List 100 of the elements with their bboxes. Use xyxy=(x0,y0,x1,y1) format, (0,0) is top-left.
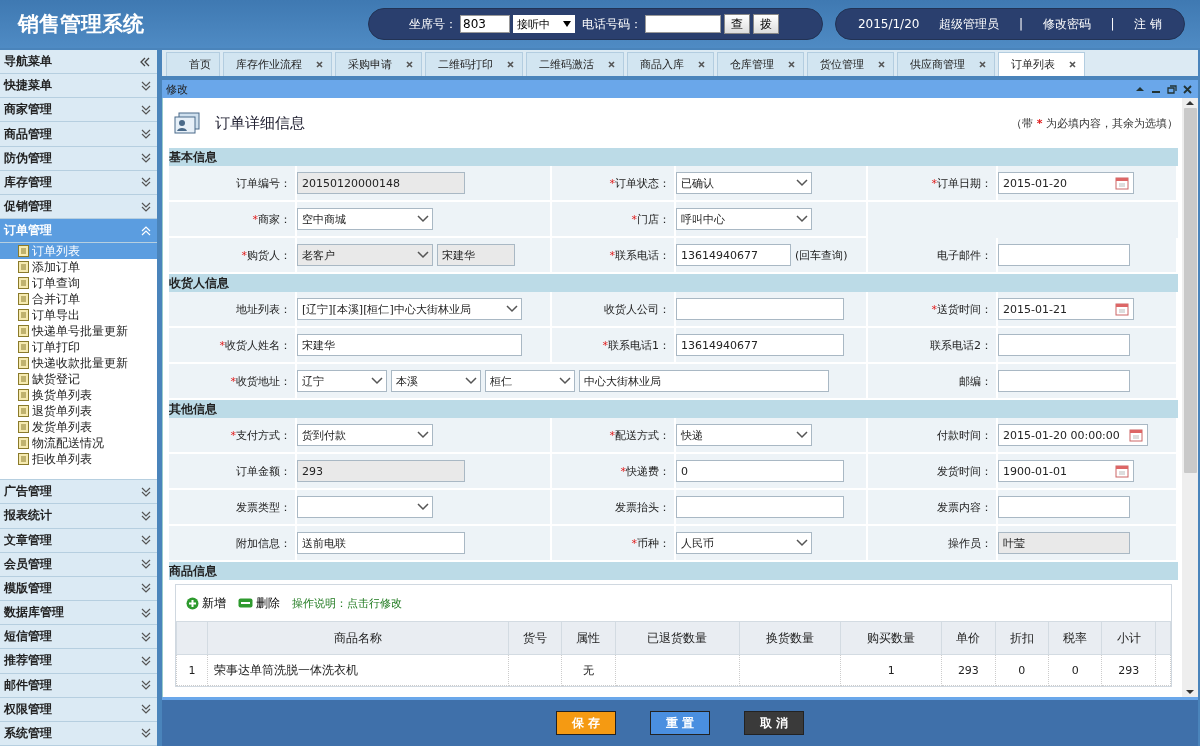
select-field[interactable]: 空中商城 xyxy=(297,208,433,230)
input-field[interactable]: 20150120000148 xyxy=(297,172,465,194)
tab[interactable]: 首页 xyxy=(166,52,220,76)
select-field[interactable]: 呼叫中心 xyxy=(676,208,812,230)
input-field[interactable]: 13614940677 xyxy=(676,244,791,266)
menu-item[interactable]: 订单查询 xyxy=(0,275,157,292)
menu-item[interactable]: 退货单列表 xyxy=(0,403,157,420)
menu-section[interactable]: 防伪管理 xyxy=(0,146,157,171)
date-field[interactable]: 2015-01-21 xyxy=(998,298,1134,320)
menu-section[interactable]: 会员管理 xyxy=(0,552,157,577)
logout-link[interactable]: 注 销 xyxy=(1134,15,1163,33)
select-field[interactable]: [辽宁][本溪][桓仁]中心大街林业局 xyxy=(297,298,522,320)
change-password-link[interactable]: 修改密码 xyxy=(1042,15,1091,33)
menu-item[interactable]: 快递单号批量更新 xyxy=(0,323,157,340)
select-field[interactable] xyxy=(297,496,433,518)
delete-button[interactable]: 删除 xyxy=(238,594,280,612)
date-field[interactable]: 2015-01-20 xyxy=(998,172,1134,194)
menu-item[interactable]: 物流配送情况 xyxy=(0,435,157,452)
calendar-icon[interactable] xyxy=(1115,176,1129,190)
tab[interactable]: 库存作业流程 xyxy=(223,52,332,76)
calendar-icon[interactable] xyxy=(1115,464,1129,478)
input-field[interactable]: 宋建华 xyxy=(297,334,522,356)
tab[interactable]: 二维码打印 xyxy=(425,52,523,76)
menu-section[interactable]: 商家管理 xyxy=(0,98,157,123)
close-icon[interactable] xyxy=(698,61,705,68)
scroll-thumb[interactable] xyxy=(1183,108,1197,473)
close-icon[interactable] xyxy=(608,61,615,68)
tab[interactable]: 供应商管理 xyxy=(897,52,995,76)
input-field[interactable] xyxy=(676,298,844,320)
menu-section[interactable]: 广告管理 xyxy=(0,480,157,505)
date-field[interactable]: 1900-01-01 xyxy=(998,460,1134,482)
menu-item[interactable]: 订单打印 xyxy=(0,339,157,356)
input-field[interactable]: 0 xyxy=(676,460,844,482)
select-field[interactable]: 桓仁 xyxy=(485,370,575,392)
scrollbar[interactable] xyxy=(1182,98,1198,697)
input-field[interactable] xyxy=(998,370,1130,392)
query-button[interactable]: 查 xyxy=(724,14,750,34)
close-icon[interactable] xyxy=(406,61,413,68)
input-field[interactable]: 13614940677 xyxy=(676,334,844,356)
select-field[interactable]: 本溪 xyxy=(391,370,481,392)
menu-section[interactable]: 权限管理 xyxy=(0,697,157,722)
input-field[interactable]: 宋建华 xyxy=(437,244,515,266)
close-icon[interactable] xyxy=(878,61,885,68)
restore-icon[interactable] xyxy=(1167,84,1177,94)
calendar-icon[interactable] xyxy=(1129,428,1143,442)
menu-section[interactable]: 文章管理 xyxy=(0,528,157,553)
input-field[interactable] xyxy=(998,496,1130,518)
tab[interactable]: 二维码激活 xyxy=(526,52,624,76)
date-field[interactable]: 2015-01-20 00:00:00 xyxy=(998,424,1148,446)
menu-item[interactable]: 订单导出 xyxy=(0,307,157,324)
input-field[interactable]: 中心大街林业局 xyxy=(579,370,829,392)
menu-section[interactable]: 快捷菜单 xyxy=(0,74,157,99)
calendar-icon[interactable] xyxy=(1115,302,1129,316)
phone-field[interactable] xyxy=(645,15,721,33)
menu-item[interactable]: 发货单列表 xyxy=(0,419,157,436)
tab[interactable]: 货位管理 xyxy=(807,52,894,76)
input-field[interactable] xyxy=(676,496,844,518)
tab[interactable]: 仓库管理 xyxy=(717,52,804,76)
menu-section[interactable]: 促销管理 xyxy=(0,194,157,220)
add-button[interactable]: 新增 xyxy=(186,594,226,612)
input-field[interactable]: 293 xyxy=(297,460,465,482)
menu-section[interactable]: 推荐管理 xyxy=(0,649,157,674)
close-icon[interactable] xyxy=(1069,61,1076,68)
close-icon[interactable] xyxy=(507,61,514,68)
menu-section[interactable]: 库存管理 xyxy=(0,170,157,195)
menu-section[interactable]: 邮件管理 xyxy=(0,673,157,698)
input-field[interactable] xyxy=(998,244,1130,266)
tab[interactable]: 商品入库 xyxy=(627,52,714,76)
menu-section[interactable]: 短信管理 xyxy=(0,625,157,650)
menu-section[interactable]: 数据库管理 xyxy=(0,601,157,626)
menu-section[interactable]: 商品管理 xyxy=(0,122,157,147)
input-field[interactable]: 叶莹 xyxy=(998,532,1130,554)
select-field[interactable]: 辽宁 xyxy=(297,370,387,392)
select-field[interactable]: 货到付款 xyxy=(297,424,433,446)
close-icon[interactable] xyxy=(788,61,795,68)
close-icon[interactable] xyxy=(979,61,986,68)
collapse-icon[interactable] xyxy=(139,56,151,67)
select-field[interactable]: 人民币 xyxy=(676,532,812,554)
status-select[interactable]: 接听中 xyxy=(513,15,575,33)
select-field[interactable]: 老客户 xyxy=(297,244,433,266)
tab[interactable]: 订单列表 xyxy=(998,52,1085,76)
action-button[interactable]: 取 消 xyxy=(744,711,804,735)
input-field[interactable]: 送前电联 xyxy=(297,532,465,554)
menu-section[interactable]: 系统管理 xyxy=(0,721,157,746)
menu-item[interactable]: 快递收款批量更新 xyxy=(0,355,157,372)
menu-item[interactable]: 合并订单 xyxy=(0,291,157,308)
menu-item[interactable]: 拒收单列表 xyxy=(0,451,157,468)
collapse-icon[interactable] xyxy=(1135,85,1145,93)
close-icon[interactable] xyxy=(316,61,323,68)
menu-item[interactable]: 缺货登记 xyxy=(0,371,157,388)
menu-item[interactable]: 添加订单 xyxy=(0,259,157,276)
tab[interactable]: 采购申请 xyxy=(335,52,422,76)
menu-section[interactable]: 报表统计 xyxy=(0,504,157,529)
select-field[interactable]: 已确认 xyxy=(676,172,812,194)
select-field[interactable]: 快递 xyxy=(676,424,812,446)
menu-item[interactable]: 换货单列表 xyxy=(0,387,157,404)
input-field[interactable] xyxy=(998,334,1130,356)
close-icon[interactable] xyxy=(1183,84,1192,94)
seat-field[interactable]: 803 xyxy=(460,15,510,33)
dial-button[interactable]: 拨 xyxy=(753,14,779,34)
